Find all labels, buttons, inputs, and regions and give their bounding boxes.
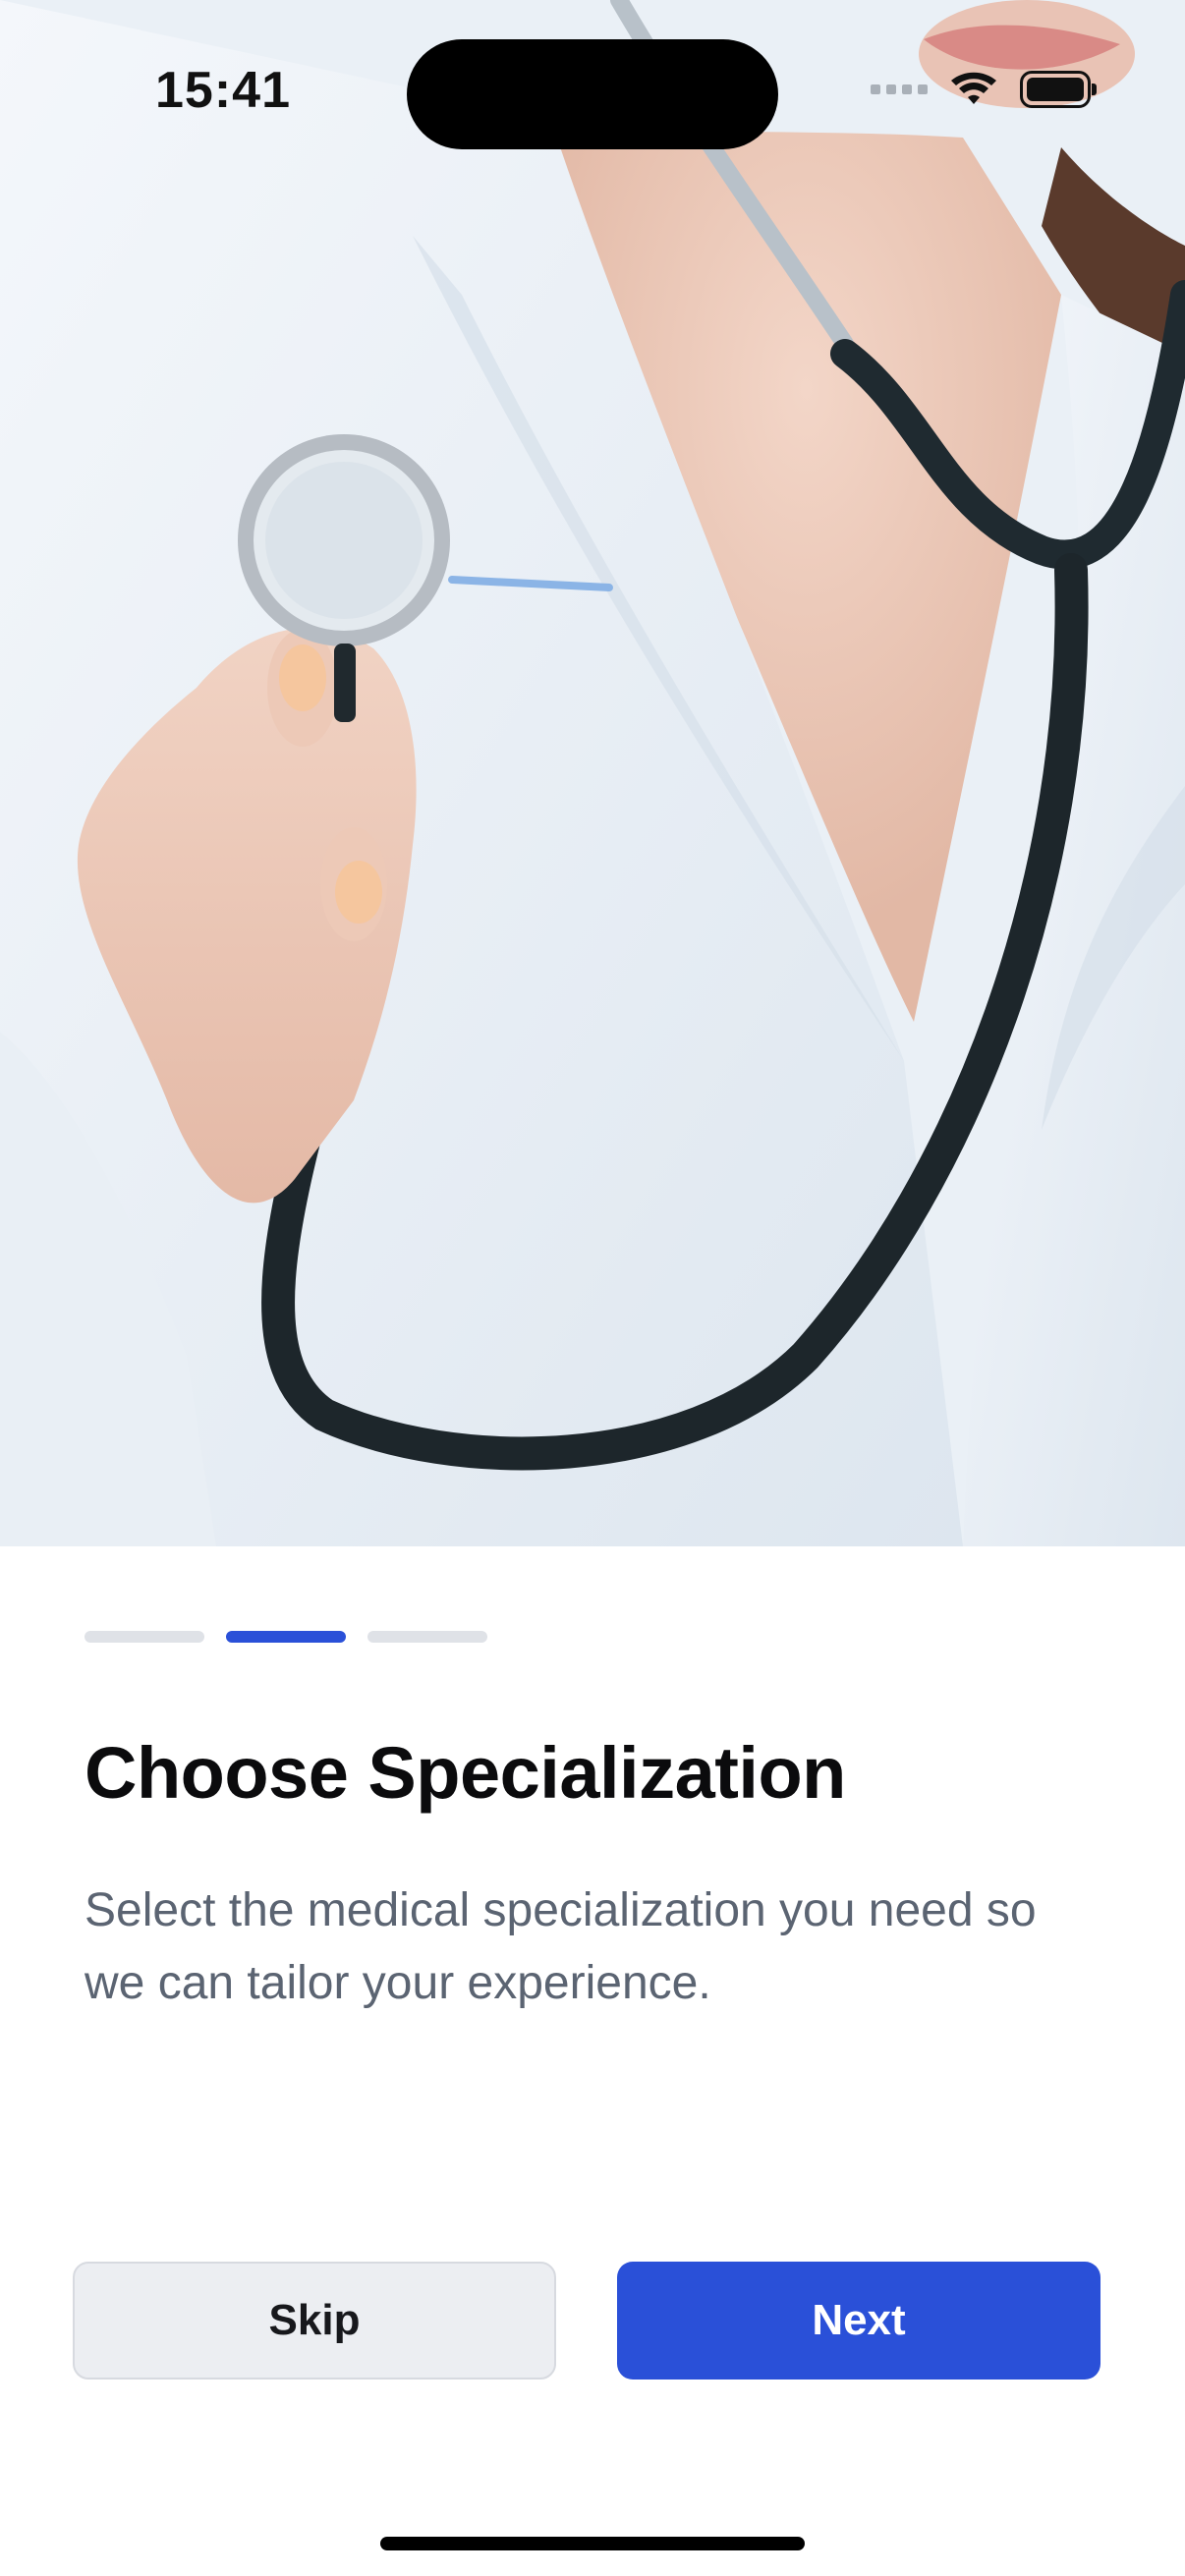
next-button-label: Next xyxy=(812,2296,906,2344)
hero-photo xyxy=(0,0,1185,1546)
doctor-stethoscope-illustration xyxy=(0,0,1185,1546)
cellular-signal-icon xyxy=(871,84,928,94)
onboarding-description: Select the medical specialization you ne… xyxy=(85,1884,1037,2009)
next-button[interactable]: Next xyxy=(617,2262,1100,2380)
home-indicator[interactable] xyxy=(380,2537,805,2550)
skip-button[interactable]: Skip xyxy=(73,2262,556,2380)
status-bar-time: 15:41 xyxy=(155,62,291,119)
page-indicator-step-3 xyxy=(367,1631,487,1643)
page-indicator-step-1 xyxy=(85,1631,204,1643)
skip-button-label: Skip xyxy=(268,2296,361,2344)
dynamic-island xyxy=(407,39,778,149)
onboarding-title: Choose Specialization xyxy=(85,1732,846,1814)
page-indicator-step-2-active xyxy=(226,1631,346,1643)
battery-icon xyxy=(1020,71,1097,108)
wifi-icon xyxy=(951,72,996,104)
status-bar-indicators xyxy=(871,71,1097,108)
onboarding-page-indicator xyxy=(85,1631,487,1643)
